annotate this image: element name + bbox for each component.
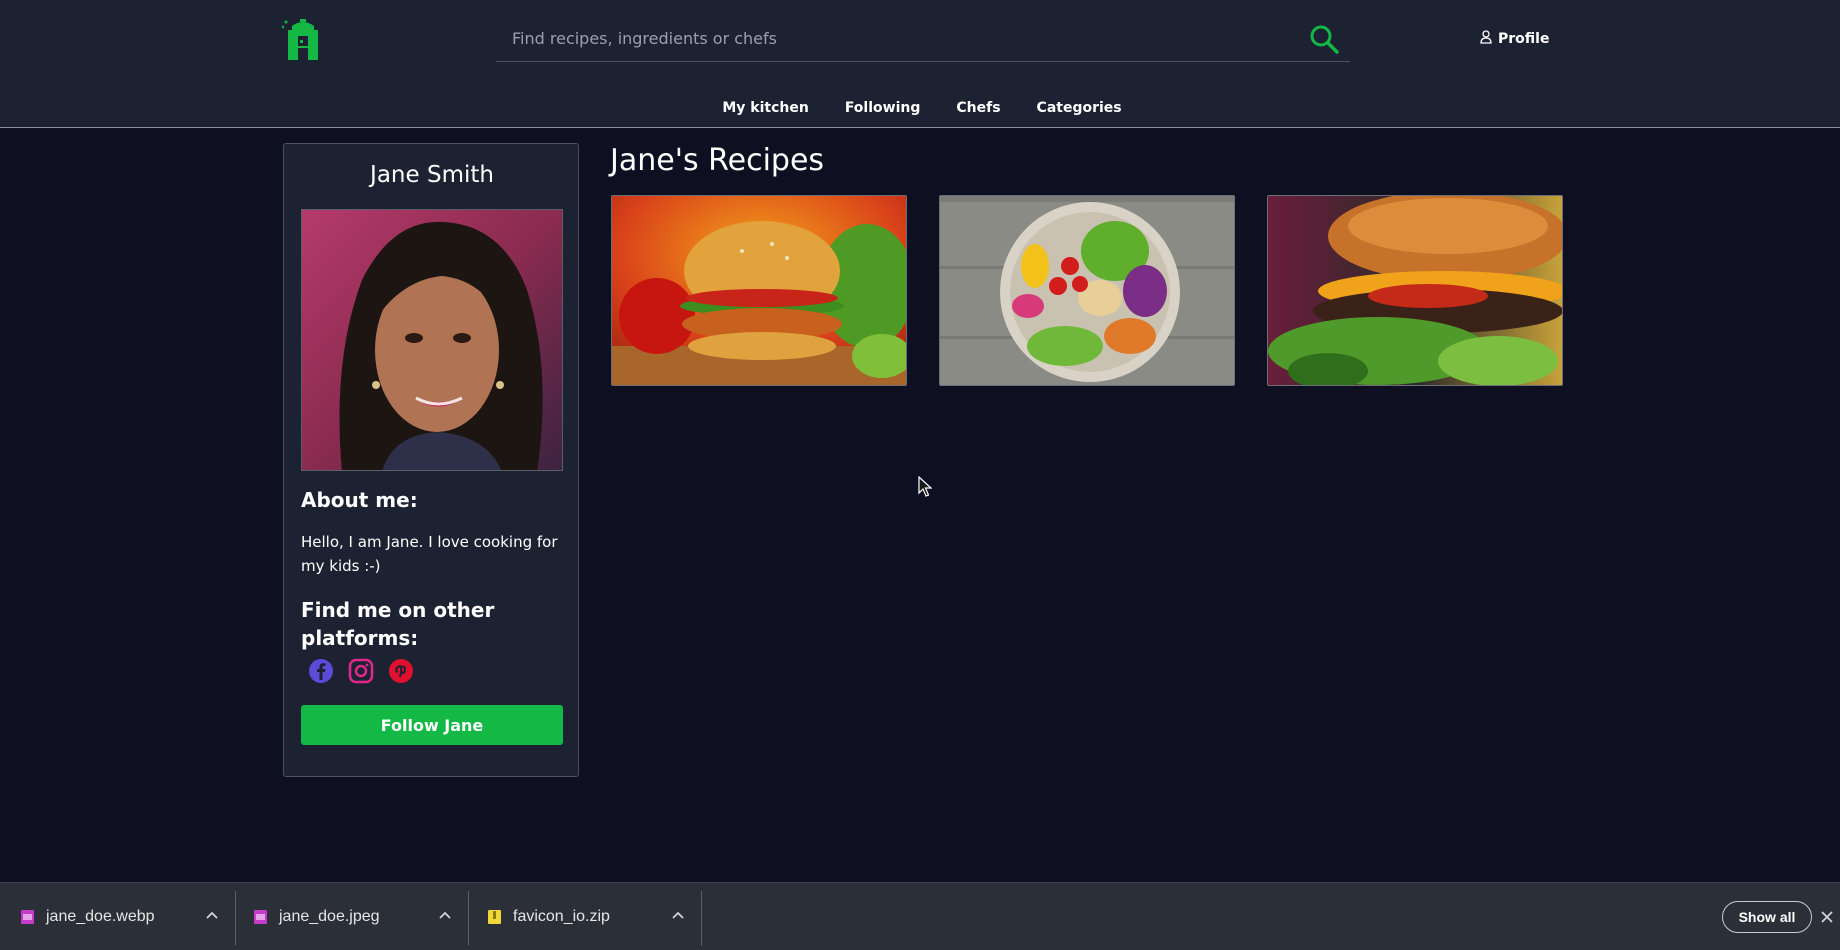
nav-categories[interactable]: Categories xyxy=(1037,100,1122,116)
facebook-icon[interactable] xyxy=(308,658,334,684)
about-heading: About me: xyxy=(301,488,418,512)
zip-file-icon xyxy=(488,910,501,924)
nav-following[interactable]: Following xyxy=(845,100,921,116)
avatar xyxy=(301,209,563,471)
download-item[interactable]: favicon_io.zip xyxy=(488,883,610,950)
profile-label: Profile xyxy=(1498,31,1550,47)
chef-profile-card: Jane Smith About me: Hello, I am Jane. I… xyxy=(283,143,579,777)
nav-chefs[interactable]: Chefs xyxy=(956,100,1000,116)
image-file-icon xyxy=(21,910,34,924)
recipe-card[interactable] xyxy=(611,195,907,386)
divider xyxy=(701,891,702,945)
about-text: Hello, I am Jane. I love cooking for my … xyxy=(301,533,558,575)
image-file-icon xyxy=(254,910,267,924)
divider xyxy=(468,891,469,945)
download-filename: jane_doe.webp xyxy=(46,908,155,925)
chef-name: Jane Smith xyxy=(370,162,494,188)
pinterest-icon[interactable] xyxy=(388,658,414,684)
recipe-card[interactable] xyxy=(1267,195,1563,386)
close-icon[interactable] xyxy=(1820,909,1834,923)
download-item[interactable]: jane_doe.webp xyxy=(21,883,155,950)
profile-link[interactable]: Profile xyxy=(1480,28,1549,50)
download-item[interactable]: jane_doe.jpeg xyxy=(254,883,380,950)
user-icon xyxy=(1480,30,1492,48)
search-input[interactable] xyxy=(496,20,1296,56)
download-filename: jane_doe.jpeg xyxy=(279,908,380,925)
top-header: Profile My kitchen Following Chefs Categ… xyxy=(0,0,1840,128)
recipes-heading: Jane's Recipes xyxy=(610,143,825,178)
site-logo-icon[interactable] xyxy=(280,16,326,62)
search-icon[interactable] xyxy=(1308,23,1340,55)
search-bar xyxy=(496,20,1350,62)
mouse-cursor-icon xyxy=(918,475,933,498)
follow-button[interactable]: Follow Jane xyxy=(301,705,563,745)
main-nav: My kitchen Following Chefs Categories xyxy=(0,100,1840,116)
downloads-bar: jane_doe.webp jane_doe.jpeg favicon_io.z… xyxy=(0,882,1840,950)
nav-my-kitchen[interactable]: My kitchen xyxy=(722,100,808,116)
chevron-up-icon[interactable] xyxy=(437,908,453,924)
instagram-icon[interactable] xyxy=(348,658,374,684)
social-links xyxy=(308,658,414,684)
chevron-up-icon[interactable] xyxy=(670,908,686,924)
recipe-card[interactable] xyxy=(939,195,1235,386)
platforms-heading: Find me on other platforms: xyxy=(301,598,495,650)
divider xyxy=(235,891,236,945)
chevron-up-icon[interactable] xyxy=(204,908,220,924)
download-filename: favicon_io.zip xyxy=(513,908,610,925)
show-all-button[interactable]: Show all xyxy=(1722,901,1812,933)
